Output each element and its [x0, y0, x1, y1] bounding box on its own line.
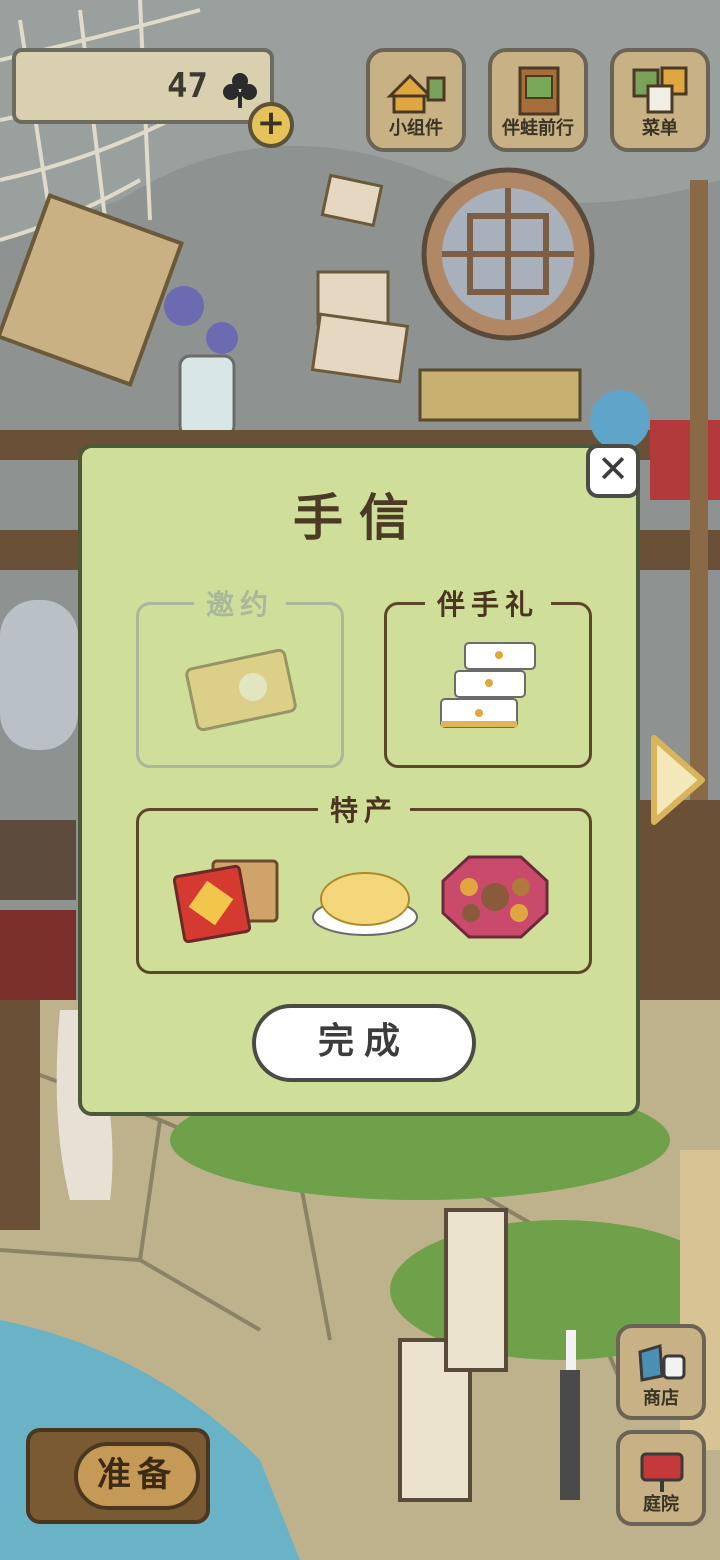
- octagon-snack-box-icon: [441, 855, 549, 939]
- frog-journey-label: 伴蛙前行: [502, 118, 574, 139]
- prepare-label: 准备: [74, 1442, 200, 1510]
- dialog-title: 手信: [293, 489, 425, 547]
- shop-label: 商店: [643, 1388, 679, 1409]
- yard-label: 庭院: [643, 1494, 679, 1515]
- yard-button[interactable]: 庭院: [616, 1430, 706, 1526]
- done-button[interactable]: 完成: [252, 1004, 476, 1082]
- gift-slot[interactable]: 伴手礼: [384, 583, 592, 768]
- next-page-arrow-icon[interactable]: [648, 734, 708, 826]
- shop-bag-icon: [638, 1344, 686, 1382]
- specialty-slot-label: 特产: [317, 789, 411, 829]
- add-clover-button[interactable]: +: [248, 102, 294, 148]
- red-snack-box-icon: [173, 859, 279, 943]
- clover-icon: [223, 73, 257, 108]
- widget-button[interactable]: 小组件: [366, 48, 466, 152]
- menu-label: 菜单: [642, 118, 678, 139]
- invite-slot-label: 邀约: [193, 583, 287, 623]
- prepare-button[interactable]: 准备: [26, 1428, 210, 1524]
- shop-button[interactable]: 商店: [616, 1324, 706, 1420]
- souvenir-dialog: 手信 邀约 伴手礼 特产 完成: [78, 444, 640, 1116]
- widget-label: 小组件: [389, 118, 443, 139]
- cake-box-icon: [440, 642, 536, 728]
- menu-cards-icon: [632, 66, 688, 114]
- frog-journey-button[interactable]: 伴蛙前行: [488, 48, 588, 152]
- widget-icon: [386, 73, 446, 114]
- invitation-card-icon: [185, 648, 297, 732]
- clover-count: 47: [167, 66, 208, 106]
- clover-counter: 47: [12, 48, 274, 124]
- gift-slot-label: 伴手礼: [424, 583, 552, 623]
- specialty-slot[interactable]: 特产: [136, 789, 592, 974]
- fried-snack-plate-icon: [312, 872, 418, 936]
- invite-slot[interactable]: 邀约: [136, 583, 344, 768]
- mailbox-icon: [640, 1452, 684, 1492]
- menu-button[interactable]: 菜单: [610, 48, 710, 152]
- frog-book-icon: [518, 66, 560, 116]
- close-button[interactable]: ✕: [586, 444, 640, 498]
